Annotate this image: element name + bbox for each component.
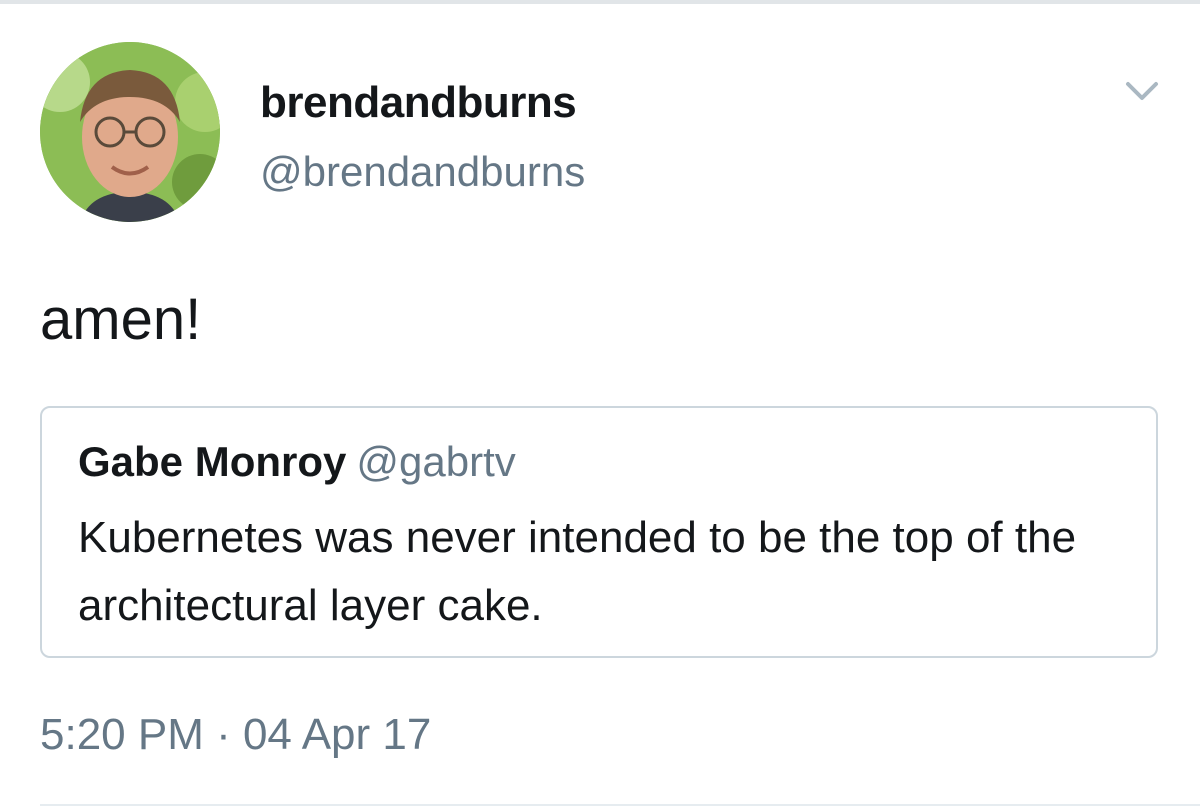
quoted-tweet-card[interactable]: Gabe Monroy @gabrtv Kubernetes was never … bbox=[40, 406, 1158, 658]
quoted-author-handle: @gabrtv bbox=[356, 438, 516, 485]
quoted-tweet-header: Gabe Monroy @gabrtv bbox=[78, 438, 516, 486]
quoted-author-name: Gabe Monroy bbox=[78, 438, 347, 485]
avatar[interactable] bbox=[40, 42, 220, 222]
tweet-text: amen! bbox=[40, 287, 202, 352]
chevron-down-icon[interactable] bbox=[1122, 74, 1162, 106]
author-display-name[interactable]: brendandburns bbox=[260, 78, 577, 128]
author-handle[interactable]: @brendandburns bbox=[260, 148, 585, 196]
quoted-tweet-text: Kubernetes was never intended to be the … bbox=[78, 513, 1077, 630]
profile-photo bbox=[40, 42, 220, 222]
bottom-divider bbox=[40, 804, 1200, 806]
tweet-timestamp[interactable]: 5:20 PM · 04 Apr 17 bbox=[40, 710, 431, 760]
tweet-view: brendandburns @brendandburns amen! Gabe … bbox=[0, 0, 1200, 808]
top-divider bbox=[0, 0, 1200, 4]
